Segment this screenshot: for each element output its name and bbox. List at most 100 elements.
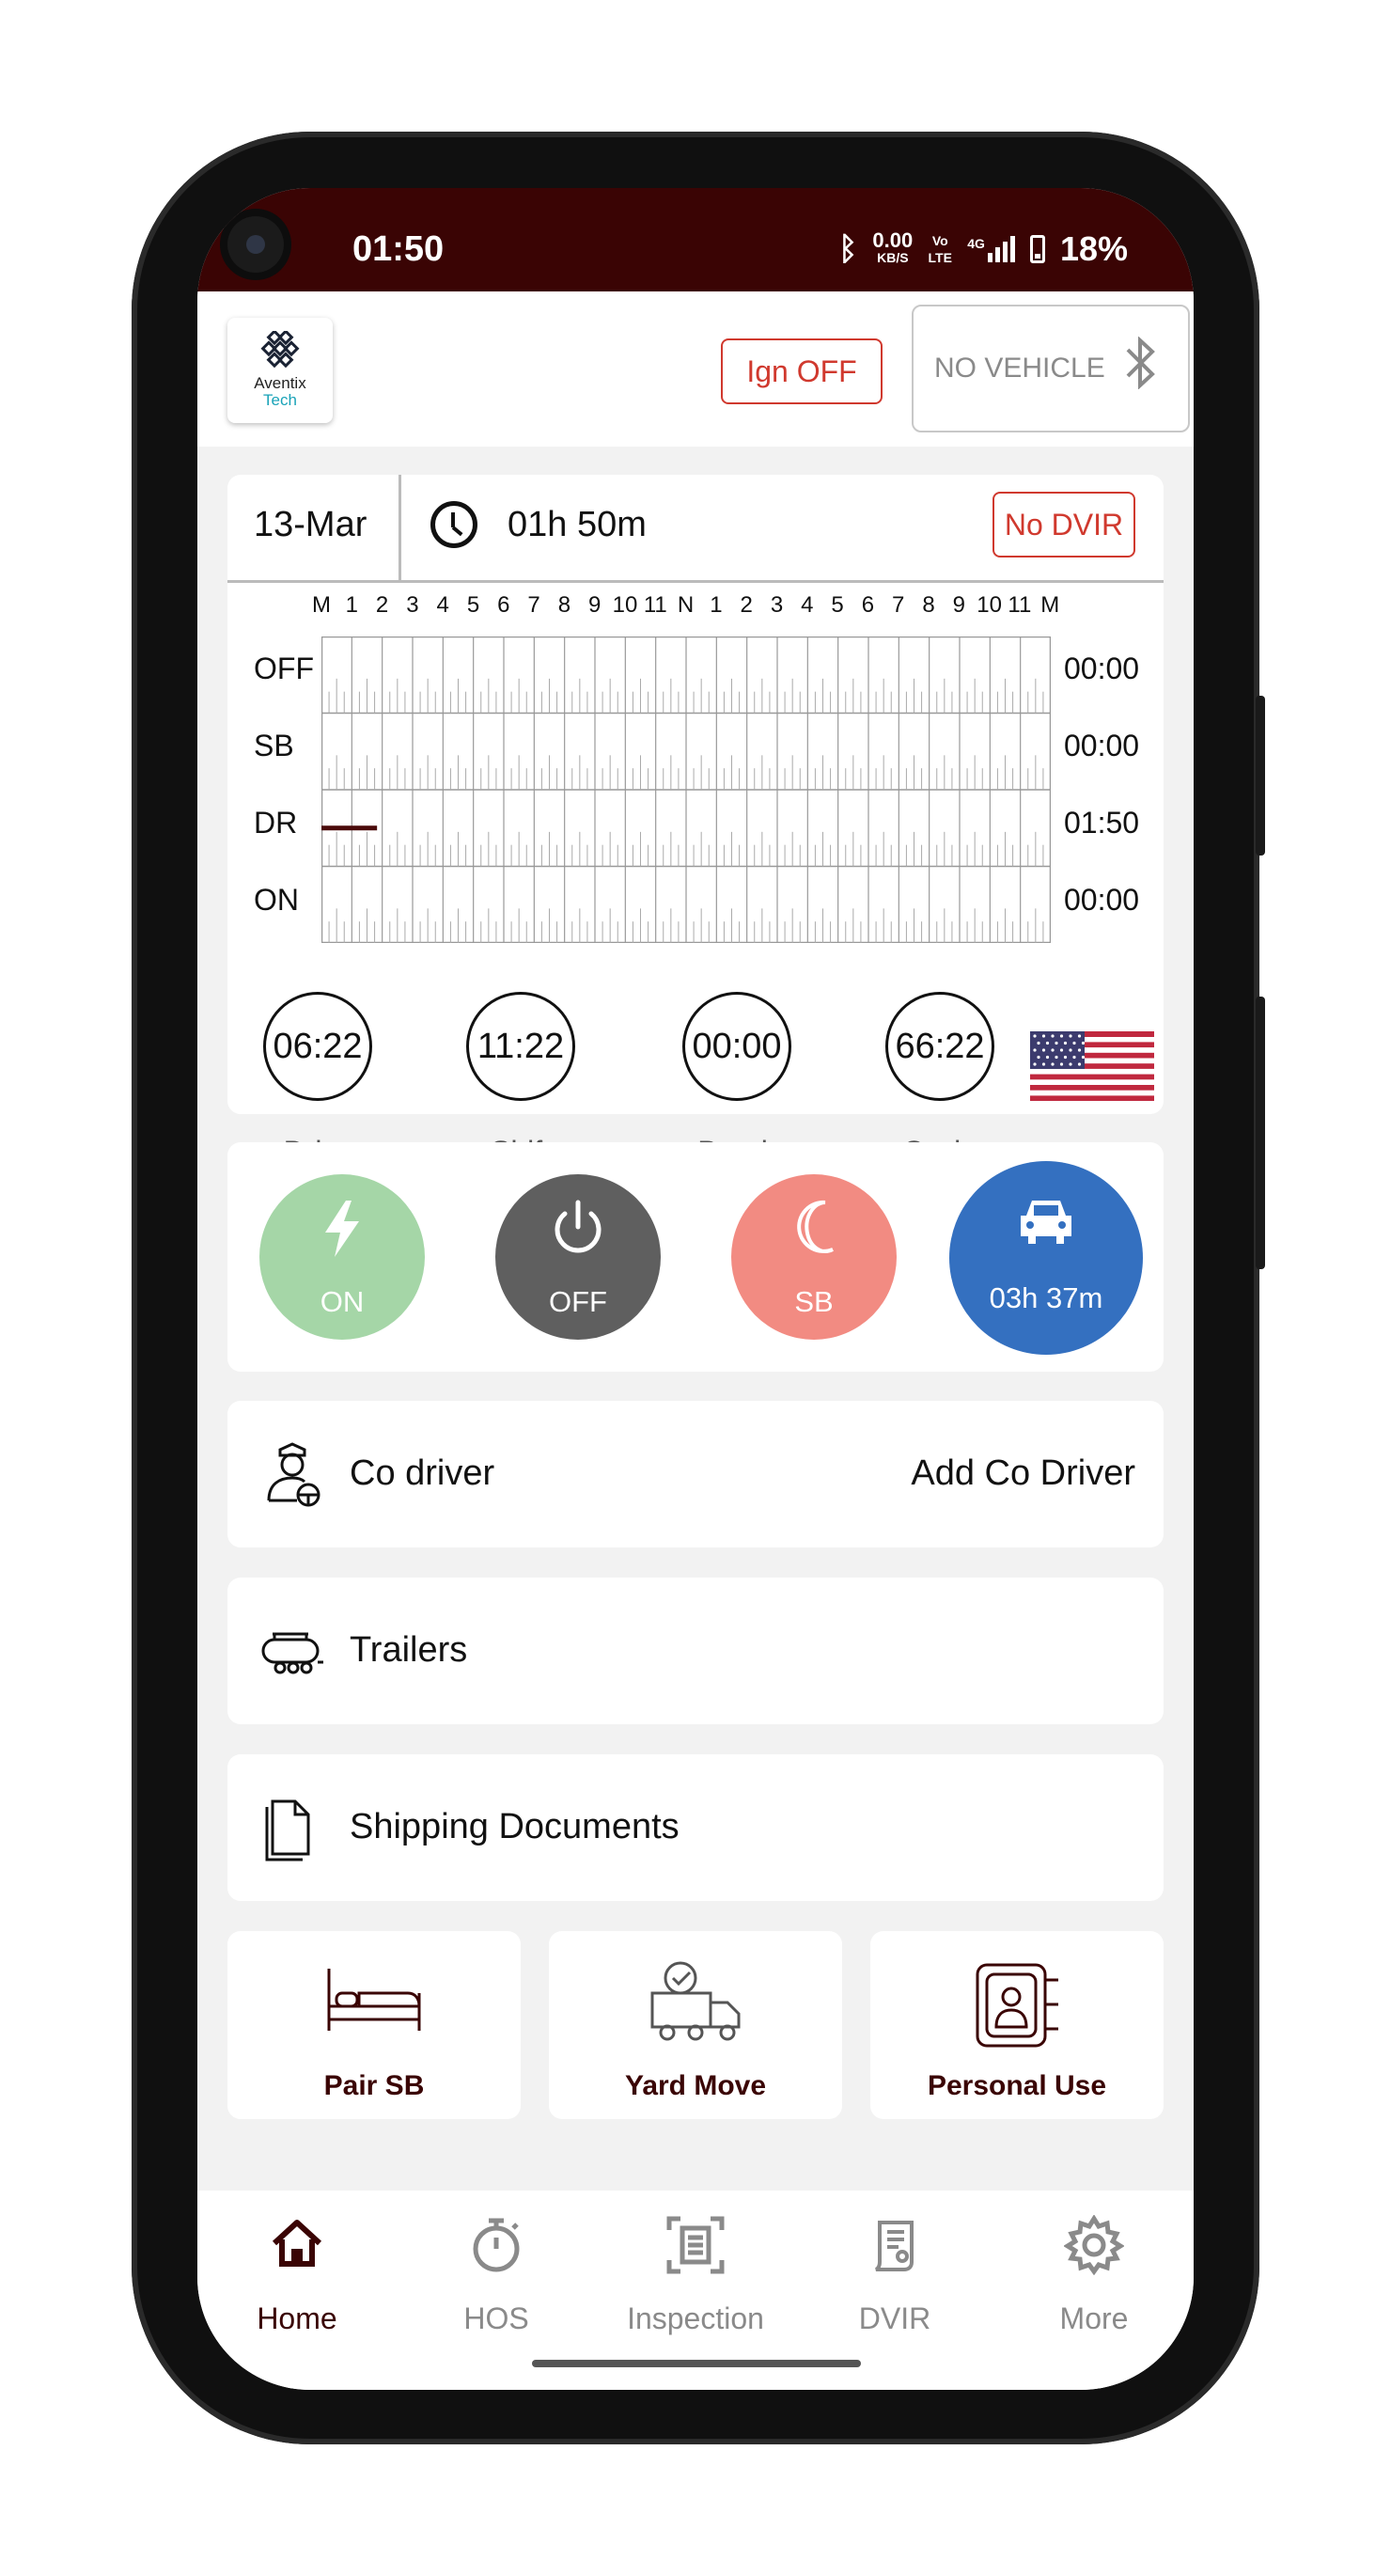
personal-use-tile[interactable]: Personal Use	[870, 1931, 1164, 2119]
off-duty-button[interactable]: OFF	[495, 1174, 661, 1340]
nav-home[interactable]: Home	[197, 2191, 397, 2390]
pair-sb-tile[interactable]: Pair SB	[227, 1931, 521, 2119]
flag-star	[1072, 1041, 1076, 1045]
gear-icon	[1064, 2215, 1124, 2275]
hour-label: 10	[612, 592, 638, 618]
co-driver-row[interactable]: Co driver Add Co Driver	[227, 1401, 1164, 1547]
shipping-documents-row[interactable]: Shipping Documents	[227, 1754, 1164, 1901]
row-label-sb: SB	[254, 729, 294, 762]
nav-more[interactable]: More	[994, 2191, 1194, 2390]
vehicle-status-label: NO VEHICLE	[934, 353, 1105, 384]
hour-label: 1	[710, 592, 723, 618]
hour-label: 4	[801, 592, 814, 618]
row-total-sb: 00:00	[1064, 729, 1140, 762]
hour-label: M	[312, 592, 331, 618]
sleeper-berth-button[interactable]: SB	[731, 1174, 897, 1340]
app-header: Aventix Tech Ign OFF NO VEHICLE	[197, 291, 1194, 447]
status-time: 01:50	[352, 229, 445, 269]
hour-label: 5	[466, 592, 480, 618]
nav-home-label: Home	[257, 2301, 337, 2335]
flag-star	[1063, 1055, 1068, 1060]
logo-subname: Tech	[263, 391, 297, 409]
flag-star	[1033, 1048, 1037, 1052]
flag-star	[1033, 1062, 1037, 1066]
nav-more-label: More	[1059, 2301, 1129, 2335]
moon-icon	[797, 1200, 834, 1253]
bluetooth-icon	[1126, 336, 1156, 401]
hour-label: 6	[861, 592, 875, 618]
hour-label: 5	[831, 592, 844, 618]
hour-label: 6	[497, 592, 510, 618]
bluetooth-status-icon: ᛒ	[838, 230, 858, 267]
yard-move-tile[interactable]: Yard Move	[549, 1931, 842, 2119]
flag-star	[1041, 1034, 1046, 1038]
flag-star	[1081, 1041, 1086, 1045]
row-total-dr: 01:50	[1064, 806, 1140, 840]
flag-star	[1051, 1034, 1055, 1038]
log-date[interactable]: 13-Mar	[254, 505, 367, 545]
log-card: 13-Mar 01h 50m No DVIR M 1 2 3 4 5 6 7 8 9 10 11 N 1 2…	[227, 475, 1164, 1169]
driving-button[interactable]: 03h 37m	[949, 1161, 1143, 1355]
flag-star	[1033, 1034, 1037, 1038]
driver-icon	[267, 1442, 320, 1507]
ignition-status-button[interactable]: Ign OFF	[721, 338, 883, 404]
bed-icon	[327, 1969, 421, 2031]
hour-label: 2	[740, 592, 753, 618]
hour-label: 7	[527, 592, 540, 618]
trailers-label: Trailers	[350, 1630, 468, 1670]
hour-axis: M 1 2 3 4 5 6 7 8 9 10 11 N 1 2 3 4 5 6 7 8 9 10 11 M	[312, 592, 1059, 620]
flag-star	[1037, 1055, 1040, 1060]
flag-star	[1077, 1048, 1082, 1052]
flag-star	[1059, 1062, 1064, 1066]
add-co-driver-link[interactable]: Add Co Driver	[911, 1453, 1135, 1494]
on-duty-button[interactable]: ON	[259, 1174, 425, 1340]
nav-dvir-label: DVIR	[858, 2301, 931, 2335]
home-icon	[272, 2220, 322, 2267]
logo-name: Aventix	[254, 374, 306, 392]
sleeper-berth-label: SB	[794, 1285, 834, 1318]
trailers-row[interactable]: Trailers	[227, 1578, 1164, 1724]
us-flag-icon[interactable]	[1030, 1031, 1154, 1101]
volte-indicator: Vo LTE	[928, 233, 952, 265]
flag-star	[1063, 1041, 1068, 1045]
status-bar: 01:50 ᛒ 0.00 KB/S Vo LTE 4G 18%	[197, 188, 1194, 291]
flag-star	[1077, 1034, 1082, 1038]
co-driver-label: Co driver	[350, 1453, 495, 1493]
flag-star	[1045, 1055, 1050, 1060]
flag-star	[1041, 1062, 1046, 1066]
inspection-icon	[666, 2216, 725, 2274]
row-label-dr: DR	[254, 806, 298, 840]
company-logo: Aventix Tech	[227, 318, 333, 423]
break-timer: 00:00	[682, 992, 791, 1101]
driving-duration: 03h 37m	[989, 1281, 1103, 1314]
log-grid	[321, 636, 1051, 943]
duty-status-card: ON OFF SB 03h 37m	[227, 1142, 1164, 1372]
shift-timer: 11:22	[466, 992, 575, 1101]
hour-label: 9	[952, 592, 965, 618]
flag-star	[1069, 1048, 1072, 1052]
hour-label: 4	[436, 592, 449, 618]
shipping-documents-label: Shipping Documents	[350, 1807, 680, 1846]
home-indicator[interactable]	[532, 2360, 861, 2367]
battery-level: 18%	[1059, 229, 1128, 268]
pair-sb-label: Pair SB	[323, 2070, 425, 2101]
flag-star	[1041, 1048, 1046, 1052]
row-label-off: OFF	[254, 652, 314, 685]
personal-use-icon	[976, 1963, 1058, 2048]
signal-icon: 4G	[967, 236, 1015, 262]
elapsed-time: 01h 50m	[508, 505, 647, 544]
documents-icon	[265, 1799, 310, 1861]
trailer-icon	[261, 1632, 323, 1674]
nav-inspection-label: Inspection	[627, 2301, 764, 2335]
vehicle-connect-button[interactable]: NO VEHICLE	[912, 305, 1190, 432]
flag-star	[1059, 1048, 1064, 1052]
status-icons: ᛒ 0.00 KB/S Vo LTE 4G 18%	[838, 229, 1128, 269]
hour-label: 11	[643, 592, 667, 618]
yard-move-label: Yard Move	[624, 2070, 767, 2101]
cycle-timer: 66:22	[885, 992, 994, 1101]
hour-label: 8	[922, 592, 935, 618]
flag-star	[1055, 1041, 1058, 1045]
nav-hos-label: HOS	[463, 2301, 529, 2335]
front-camera	[227, 216, 284, 273]
dvir-status-badge[interactable]: No DVIR	[992, 492, 1135, 558]
